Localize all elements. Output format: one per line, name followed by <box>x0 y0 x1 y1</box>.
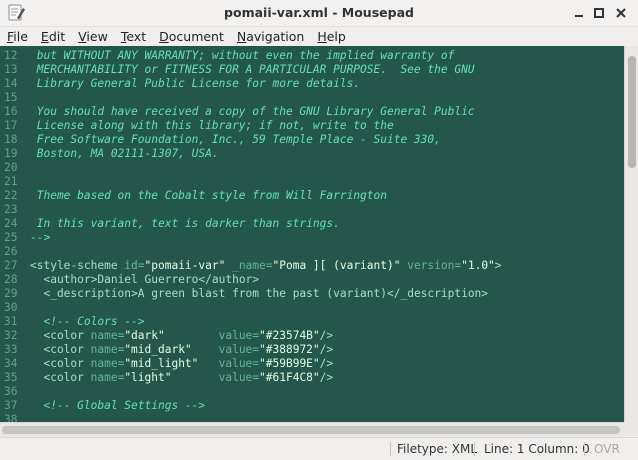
status-separator <box>390 442 391 456</box>
title-bar[interactable]: pomaii-var.xml - Mousepad <box>0 0 638 27</box>
code-text: Library General Public License for more … <box>30 77 361 90</box>
line-number: 17 <box>4 119 18 132</box>
line-number: 14 <box>4 77 18 90</box>
vertical-scrollbar[interactable] <box>624 46 638 422</box>
line-number: 23 <box>4 203 18 216</box>
text-editor-area[interactable]: 12 but WITHOUT ANY WARRANTY; without eve… <box>0 46 624 422</box>
line-number: 29 <box>4 287 18 300</box>
line-number: 13 <box>4 63 18 76</box>
code-text: License along with this library; if not,… <box>30 119 394 132</box>
code-text: <author>Daniel Guerrero</author> <box>30 273 260 286</box>
cursor-position: Line: 1 Column: 0 <box>484 442 590 456</box>
line-number: 32 <box>4 329 18 342</box>
code-text: In this variant, text is darker than str… <box>30 217 340 230</box>
line-number: 22 <box>4 189 18 202</box>
menu-document[interactable]: Document <box>152 27 230 46</box>
code-text: <style-scheme id="pomaii-var" _name="Pom… <box>30 259 502 272</box>
code-text: <color name="dark" value="#23574B"/> <box>30 329 334 342</box>
menu-edit[interactable]: Edit <box>34 27 71 46</box>
scrollbar-corner <box>624 422 638 436</box>
code-text: <color name="mid_light" value="#59B99E"/… <box>30 357 334 370</box>
code-text: You should have received a copy of the G… <box>30 105 475 118</box>
menu-navigation[interactable]: Navigation <box>230 27 310 46</box>
line-number: 26 <box>4 245 18 258</box>
line-number: 27 <box>4 259 18 272</box>
code-text: <_description>A green blast from the pas… <box>30 287 489 300</box>
line-number: 21 <box>4 175 18 188</box>
line-number: 15 <box>4 91 18 104</box>
line-number: 19 <box>4 147 18 160</box>
line-number: 34 <box>4 357 18 370</box>
line-number: 25 <box>4 231 18 244</box>
menu-file[interactable]: File <box>0 27 34 46</box>
code-text: MERCHANTABILITY or FITNESS FOR A PARTICU… <box>30 63 475 76</box>
status-bar: Filetype: XML Line: 1 Column: 0 OVR <box>0 437 638 460</box>
menu-help[interactable]: Help <box>310 27 352 46</box>
line-number: 24 <box>4 217 18 230</box>
window-title: pomaii-var.xml - Mousepad <box>224 5 414 20</box>
line-number: 16 <box>4 105 18 118</box>
code-text: <color name="mid_dark" value="#388972"/> <box>30 343 334 356</box>
code-text: but WITHOUT ANY WARRANTY; without even t… <box>30 49 455 62</box>
line-number: 28 <box>4 273 18 286</box>
code-text: Free Software Foundation, Inc., 59 Templ… <box>30 133 441 146</box>
line-number: 30 <box>4 301 18 314</box>
code-text: Boston, MA 02111-1307, USA. <box>30 147 219 160</box>
overwrite-mode-indicator[interactable]: OVR <box>594 442 620 456</box>
line-number: 20 <box>4 161 18 174</box>
menu-text[interactable]: Text <box>114 27 152 46</box>
maximize-button[interactable] <box>590 4 608 22</box>
status-separator <box>584 442 585 456</box>
line-number: 18 <box>4 133 18 146</box>
filetype-indicator[interactable]: Filetype: XML <box>397 442 477 456</box>
code-text: Theme based on the Cobalt style from Wil… <box>30 189 387 202</box>
vertical-scrollbar-thumb[interactable] <box>628 56 636 168</box>
code-text: --> <box>30 231 51 244</box>
menu-bar: File Edit View Text Document Navigation Help <box>0 27 638 46</box>
close-button[interactable] <box>612 4 630 22</box>
code-text: <!-- Global Settings --> <box>30 399 206 412</box>
horizontal-scrollbar[interactable] <box>0 422 624 437</box>
line-number: 36 <box>4 385 18 398</box>
line-number: 35 <box>4 371 18 384</box>
code-text: <!-- Colors --> <box>30 315 145 328</box>
line-number: 12 <box>4 49 18 62</box>
minimize-button[interactable] <box>570 4 588 22</box>
code-text: <color name="light" value="#61F4C8"/> <box>30 371 334 384</box>
line-number: 37 <box>4 399 18 412</box>
status-separator <box>474 442 475 456</box>
line-number: 33 <box>4 343 18 356</box>
line-number: 31 <box>4 315 18 328</box>
horizontal-scrollbar-thumb[interactable] <box>2 426 620 434</box>
line-number: 38 <box>4 413 18 422</box>
menu-view[interactable]: View <box>71 27 114 46</box>
